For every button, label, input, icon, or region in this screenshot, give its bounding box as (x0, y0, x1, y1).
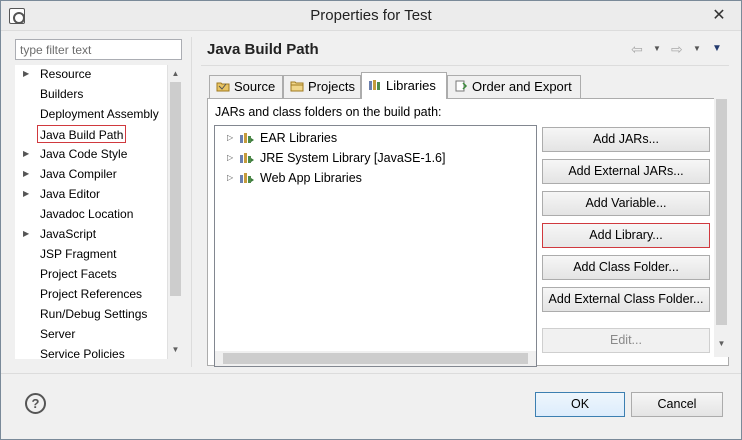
scroll-thumb[interactable] (716, 99, 727, 325)
tree-item-label: Deployment Assembly (40, 107, 159, 121)
tree-item-label: Server (40, 327, 76, 341)
tree-item-resource[interactable]: ▶ Resource (15, 65, 167, 85)
tree-item-label: JavaScript (40, 227, 97, 241)
help-icon[interactable]: ? (25, 393, 46, 414)
tree-item-label: Java Compiler (40, 167, 117, 181)
tab-libraries[interactable]: Libraries (361, 72, 447, 99)
library-icon (240, 153, 254, 163)
tab-label: Source (234, 79, 276, 94)
tree-item-java-build-path[interactable]: Java Build Path (15, 125, 167, 145)
order-export-icon (455, 80, 468, 92)
source-folder-icon (216, 82, 230, 92)
add-variable-button[interactable]: Add Variable... (542, 191, 710, 216)
libraries-tree: ▷ EAR Libraries ▷ JRE System Library [Ja… (214, 125, 537, 367)
ok-button[interactable]: OK (535, 392, 625, 417)
close-button[interactable]: ✕ (706, 7, 732, 25)
tree-item-label: JSP Fragment (40, 247, 117, 261)
tree-item-label: Builders (40, 87, 84, 101)
title-separator (201, 65, 729, 66)
expand-arrow-icon[interactable]: ▷ (227, 148, 233, 168)
expand-arrow-icon[interactable]: ▶ (23, 185, 33, 203)
title-bar: Properties for Test ✕ (1, 1, 741, 31)
tree-item-java-code-style[interactable]: ▶ Java Code Style (15, 145, 167, 165)
back-arrow-icon[interactable]: ⇦ (631, 41, 643, 58)
add-external-jars-button[interactable]: Add External JARs... (542, 159, 710, 184)
expand-arrow-icon[interactable]: ▶ (23, 165, 33, 183)
scroll-up-icon[interactable]: ▲ (170, 67, 181, 81)
tree-item-label: Project References (40, 287, 143, 301)
scroll-thumb[interactable] (170, 82, 181, 296)
scroll-thumb[interactable] (223, 353, 528, 364)
library-icon (240, 133, 254, 143)
tree-item-label: Resource (40, 67, 92, 81)
property-page-tree: ▶ Resource Builders Deployment Assembly Java… (15, 65, 182, 359)
tree-item-run-debug-settings[interactable]: Run/Debug Settings (15, 305, 167, 325)
filter-input[interactable] (15, 39, 182, 60)
scroll-down-icon[interactable]: ▼ (716, 339, 727, 348)
tree-item-jsp-fragment[interactable]: JSP Fragment (15, 245, 167, 265)
scroll-down-icon[interactable]: ▼ (170, 343, 181, 357)
tree-scrollbar[interactable]: ▲ ▼ (167, 65, 182, 359)
tree-item-builders[interactable]: Builders (15, 85, 167, 105)
expand-arrow-icon[interactable]: ▶ (23, 65, 33, 83)
expand-arrow-icon[interactable]: ▷ (227, 128, 233, 148)
expand-arrow-icon[interactable]: ▷ (227, 168, 233, 188)
forward-dropdown-icon[interactable]: ▼ (693, 44, 701, 53)
page-vscrollbar[interactable]: ▼ (714, 89, 729, 357)
tab-source[interactable]: Source (209, 75, 283, 98)
expand-arrow-icon[interactable]: ▶ (23, 225, 33, 243)
library-label: Web App Libraries (260, 171, 362, 185)
edit-button[interactable]: Edit... (542, 328, 710, 353)
tree-item-label: Java Code Style (40, 147, 128, 161)
tab-label: Order and Export (472, 79, 572, 94)
projects-icon (290, 81, 304, 92)
libraries-icon (369, 80, 380, 90)
tree-item-label: Run/Debug Settings (40, 307, 148, 321)
sash-divider[interactable] (191, 37, 192, 367)
libraries-hscrollbar[interactable] (215, 351, 536, 366)
tab-order-and-export[interactable]: Order and Export (447, 75, 581, 98)
window-title: Properties for Test (310, 7, 432, 24)
library-label: JRE System Library [JavaSE-1.6] (260, 151, 446, 165)
tree-item-label: Java Build Path (37, 125, 127, 143)
tree-item-deployment-assembly[interactable]: Deployment Assembly (15, 105, 167, 125)
tab-label: Libraries (386, 78, 436, 93)
tree-item-project-references[interactable]: Project References (15, 285, 167, 305)
tree-item-javadoc-location[interactable]: Javadoc Location (15, 205, 167, 225)
forward-arrow-icon[interactable]: ⇨ (671, 41, 683, 58)
add-library-button[interactable]: Add Library... (542, 223, 710, 248)
cancel-button[interactable]: Cancel (631, 392, 723, 417)
back-dropdown-icon[interactable]: ▼ (653, 44, 661, 53)
tree-item-label: Java Editor (40, 187, 101, 201)
tree-item-javascript[interactable]: ▶ JavaScript (15, 225, 167, 245)
properties-dialog: Properties for Test ✕ ▶ Resource Builders D… (0, 0, 742, 440)
add-jars-button[interactable]: Add JARs... (542, 127, 710, 152)
tree-item-label: Service Policies (40, 347, 125, 359)
tree-item-service-policies[interactable]: Service Policies (15, 345, 167, 359)
add-external-class-folder-button[interactable]: Add External Class Folder... (542, 287, 710, 312)
expand-arrow-icon[interactable]: ▶ (23, 145, 33, 163)
tab-projects[interactable]: Projects (283, 75, 361, 98)
tab-label: Projects (308, 79, 355, 94)
library-icon (240, 173, 254, 183)
tree-item-java-compiler[interactable]: ▶ Java Compiler (15, 165, 167, 185)
library-label: EAR Libraries (260, 131, 338, 145)
tree-item-label: Javadoc Location (40, 207, 134, 221)
add-class-folder-button[interactable]: Add Class Folder... (542, 255, 710, 280)
libraries-description: JARs and class folders on the build path… (215, 105, 442, 119)
tree-item-project-facets[interactable]: Project Facets (15, 265, 167, 285)
view-menu-icon[interactable]: ▼ (712, 43, 722, 54)
tree-item-java-editor[interactable]: ▶ Java Editor (15, 185, 167, 205)
tree-item-label: Project Facets (40, 267, 117, 281)
page-title: Java Build Path (207, 41, 319, 58)
footer-separator (1, 373, 741, 374)
tree-item-server[interactable]: Server (15, 325, 167, 345)
